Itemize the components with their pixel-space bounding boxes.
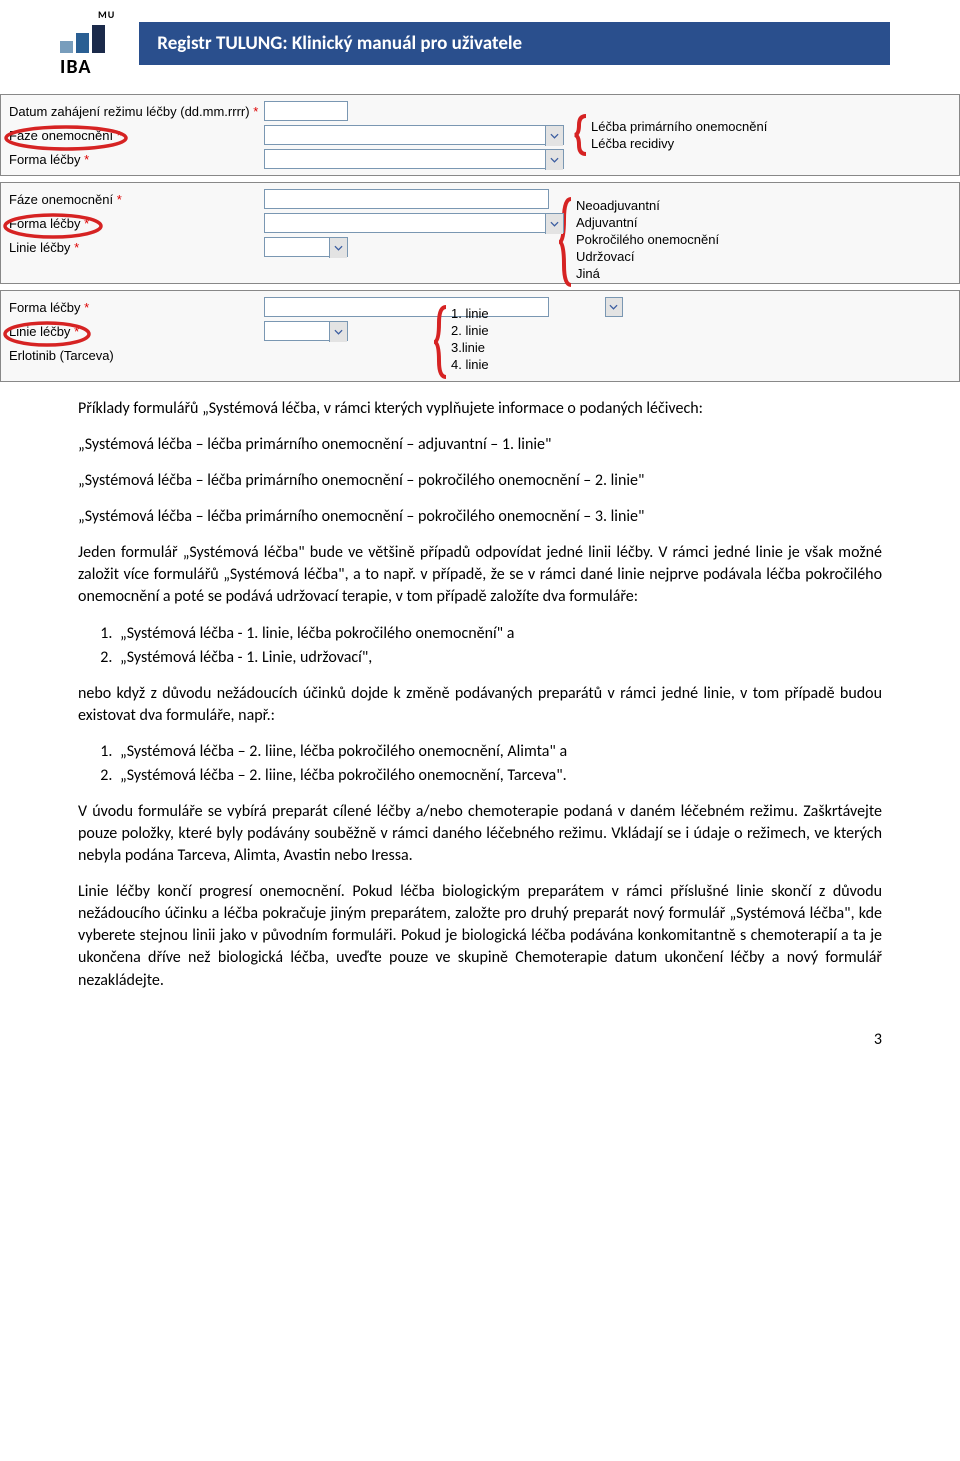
label-date-start: Datum zahájení režimu léčby (dd.mm.rrrr)… — [9, 104, 264, 119]
line2-select[interactable] — [264, 237, 348, 257]
line-option: 1. linie — [451, 305, 489, 322]
list-item: „Systémová léčba - 1. Linie, udržovací", — [116, 647, 882, 669]
form-block-form: Fáze onemocnění * Neoadjuvantní Adjuvant… — [0, 182, 960, 284]
line-option: 3.linie — [451, 339, 489, 356]
page-number: 3 — [0, 1006, 960, 1049]
row-date-start: Datum zahájení režimu léčby (dd.mm.rrrr)… — [1, 99, 959, 123]
iba-logo: MU IBA — [60, 8, 115, 79]
chevron-down-icon[interactable] — [545, 214, 563, 234]
paragraph: V úvodu formuláře se vybírá preparát cíl… — [78, 801, 882, 867]
label-form2: Forma léčby * — [9, 216, 264, 231]
row-phase2: Fáze onemocnění * Neoadjuvantní Adjuvant… — [1, 187, 959, 211]
form-option: Adjuvantní — [576, 214, 719, 231]
paragraph: „Systémová léčba – léčba primárního onem… — [78, 470, 882, 492]
form-block-phase: Datum zahájení režimu léčby (dd.mm.rrrr)… — [0, 94, 960, 176]
label-erlotinib: Erlotinib (Tarceva) — [9, 348, 264, 363]
label-form3: Forma léčby * — [9, 300, 264, 315]
list-item: „Systémová léčba - 1. linie, léčba pokro… — [116, 623, 882, 645]
row-form2: Forma léčby * — [1, 211, 959, 235]
date-start-input[interactable] — [264, 101, 348, 121]
form-option: Neoadjuvantní — [576, 197, 719, 214]
chevron-down-icon[interactable] — [329, 238, 347, 258]
phase-option: Léčba recidivy — [591, 135, 767, 152]
form-option: Pokročilého onemocnění — [576, 231, 719, 248]
label-form-therapy: Forma léčby * — [9, 152, 264, 167]
paragraph: „Systémová léčba – léčba primárního onem… — [78, 506, 882, 528]
paragraph: Příklady formulářů „Systémová léčba, v r… — [78, 398, 882, 420]
line-option: 4. linie — [451, 356, 489, 373]
form2-select[interactable] — [264, 213, 564, 233]
phase2-input[interactable] — [264, 189, 549, 209]
form-option: Jiná — [576, 265, 719, 282]
form-option: Udržovací — [576, 248, 719, 265]
row-form-therapy: Forma léčby * — [1, 147, 959, 171]
paragraph: Linie léčby končí progresí onemocnění. P… — [78, 881, 882, 991]
label-phase2: Fáze onemocnění * — [9, 192, 264, 207]
chevron-down-icon[interactable] — [545, 126, 563, 146]
brace-icon — [559, 197, 573, 287]
form3-input[interactable] — [264, 297, 549, 317]
form-therapy-select[interactable] — [264, 149, 564, 169]
chevron-down-icon[interactable] — [605, 297, 623, 317]
logo-bars-icon — [60, 23, 115, 53]
numbered-list: „Systémová léčba - 1. linie, léčba pokro… — [116, 623, 882, 669]
paragraph: nebo když z důvodu nežádoucích účinků do… — [78, 683, 882, 727]
label-phase: Fáze onemocnění * — [9, 128, 264, 143]
row-form3: Forma léčby * 1. linie 2. linie 3.linie … — [1, 295, 959, 319]
line-option: 2. linie — [451, 322, 489, 339]
numbered-list: „Systémová léčba – 2. liine, léčba pokro… — [116, 741, 882, 787]
chevron-down-icon[interactable] — [545, 150, 563, 170]
brace-icon — [434, 305, 448, 379]
list-item: „Systémová léčba – 2. liine, léčba pokro… — [116, 765, 882, 787]
phase-option: Léčba primárního onemocnění — [591, 118, 767, 135]
line3-select[interactable] — [264, 321, 348, 341]
list-item: „Systémová léčba – 2. liine, léčba pokro… — [116, 741, 882, 763]
body-text: Příklady formulářů „Systémová léčba, v r… — [0, 388, 960, 992]
page-title: Registr TULUNG: Klinický manuál pro uživ… — [139, 22, 890, 65]
form-block-line: Forma léčby * 1. linie 2. linie 3.linie … — [0, 290, 960, 382]
phase-select[interactable] — [264, 125, 564, 145]
label-line3: Linie léčby * — [9, 324, 264, 339]
page-header: MU IBA Registr TULUNG: Klinický manuál p… — [0, 0, 960, 91]
paragraph: Jeden formulář „Systémová léčba" bude ve… — [78, 542, 882, 608]
row-line2: Linie léčby * — [1, 235, 959, 259]
brace-icon — [574, 114, 588, 156]
iba-text: IBA — [60, 55, 115, 79]
paragraph: „Systémová léčba – léčba primárního onem… — [78, 434, 882, 456]
mu-text: MU — [98, 8, 115, 21]
label-line2: Linie léčby * — [9, 240, 264, 255]
chevron-down-icon[interactable] — [329, 322, 347, 342]
row-phase: Fáze onemocnění * Léčba primárního onemo… — [1, 123, 959, 147]
phase-options: Léčba primárního onemocnění Léčba recidi… — [574, 114, 767, 156]
